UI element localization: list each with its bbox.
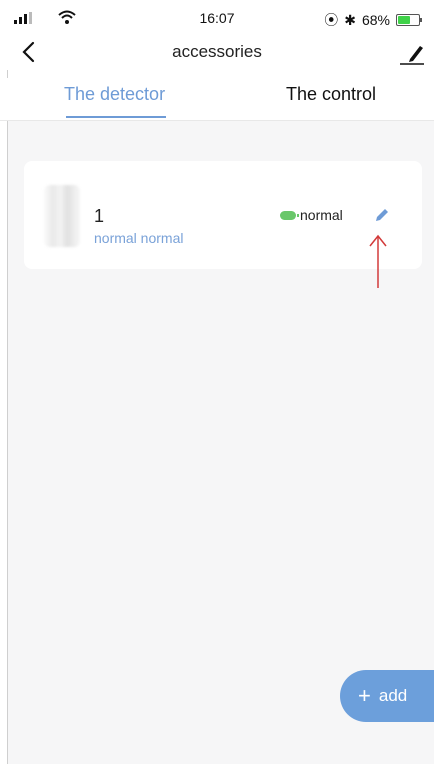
bluetooth-icon: ✱	[344, 11, 356, 28]
device-status: normal	[280, 207, 343, 223]
battery-icon	[396, 14, 422, 26]
device-status-label: normal	[300, 207, 343, 223]
orientation-lock-icon: ⦿	[324, 12, 339, 28]
edit-pencil-icon[interactable]	[398, 38, 426, 66]
page-title: accessories	[172, 42, 262, 61]
navigation-bar: accessories	[0, 36, 434, 70]
status-bar: 16:07 ⦿ ✱ 68%	[0, 0, 434, 36]
battery-icon	[280, 210, 299, 220]
plus-icon: +	[358, 683, 371, 708]
device-name: 1	[94, 206, 105, 226]
tab-bar: The detector The control	[0, 78, 434, 121]
device-thumbnail	[44, 185, 80, 247]
active-tab-indicator	[66, 116, 166, 118]
status-right: ⦿ ✱ 68%	[324, 10, 422, 30]
tab-control[interactable]: The control	[286, 84, 376, 105]
tab-detector[interactable]: The detector	[64, 84, 165, 105]
device-card[interactable]: 1 normal normal normal	[24, 161, 422, 269]
add-button[interactable]: + add	[340, 670, 434, 722]
pencil-icon[interactable]	[372, 205, 392, 225]
annotation-arrow-icon	[369, 234, 387, 288]
battery-percent: 68%	[361, 12, 390, 28]
device-subtitle: normal normal	[94, 230, 184, 246]
add-button-label: add	[378, 686, 408, 705]
